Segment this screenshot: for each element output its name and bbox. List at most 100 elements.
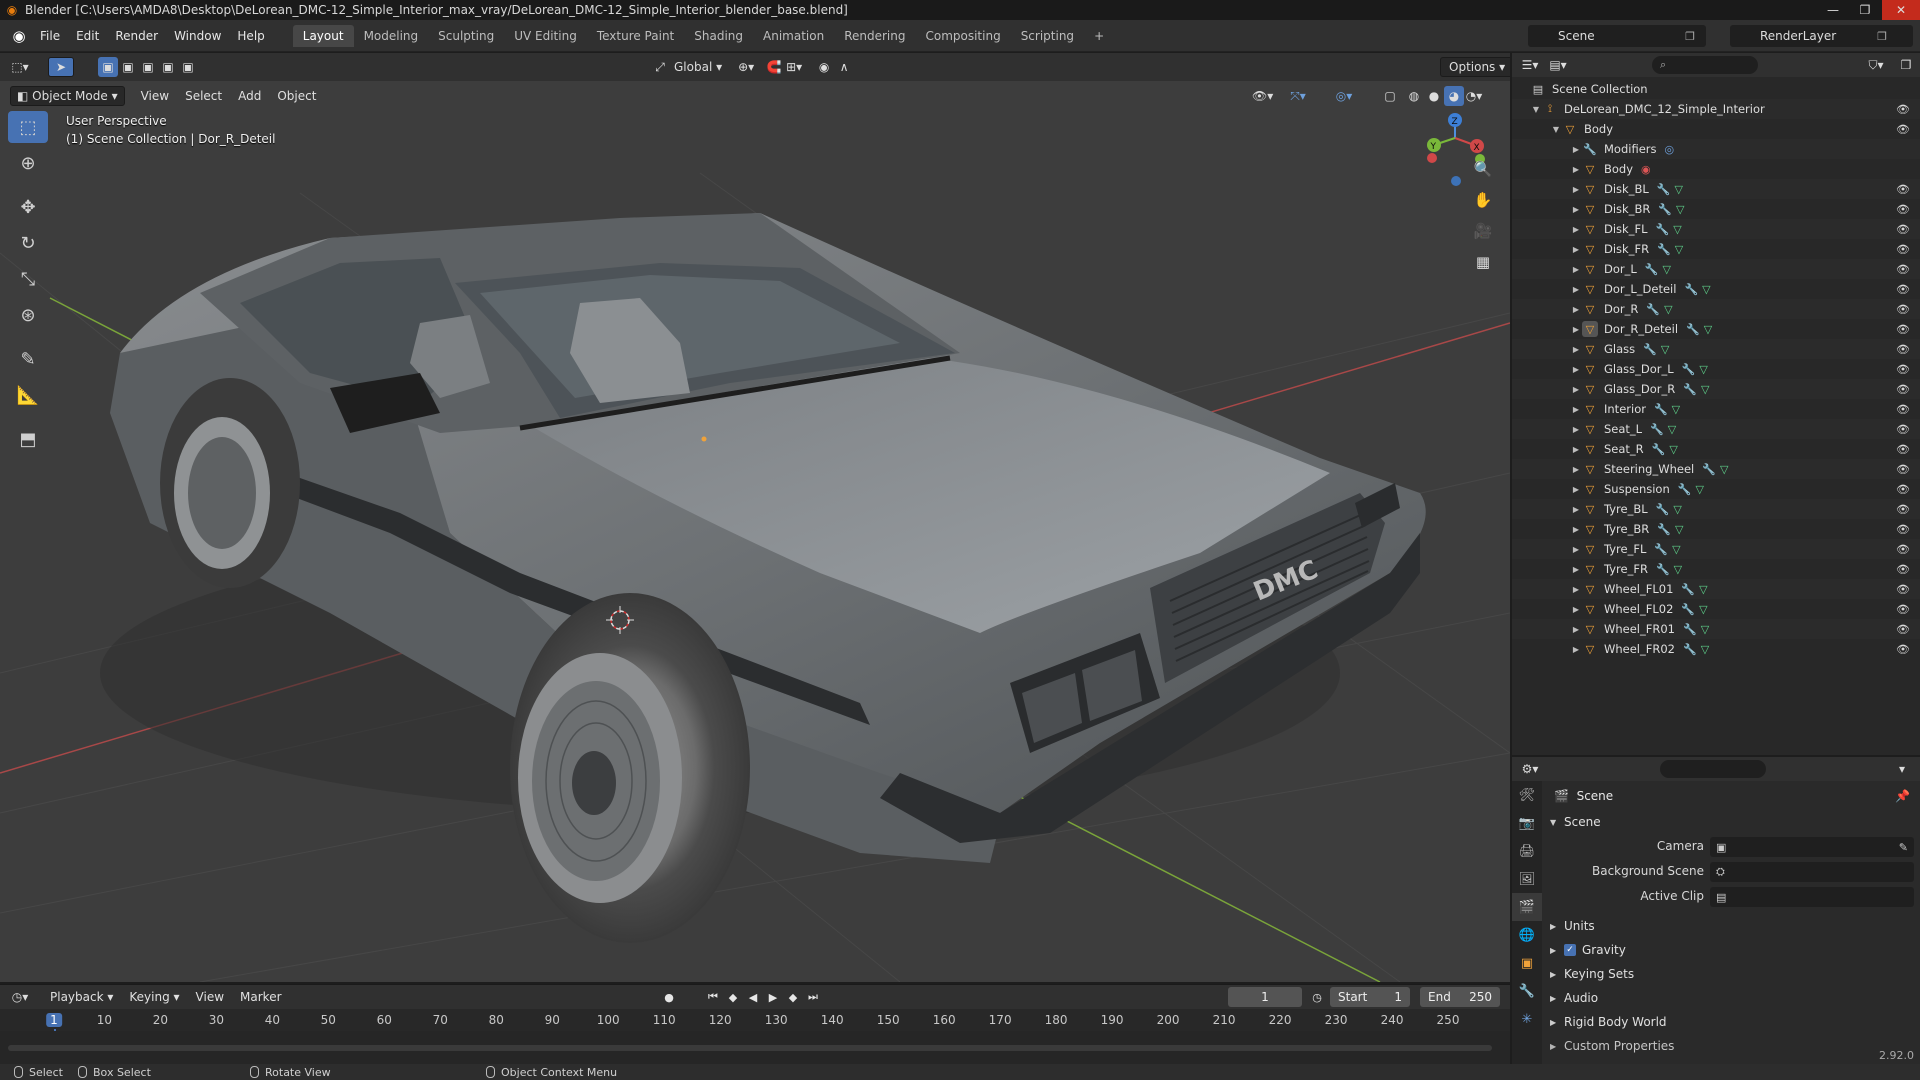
outliner-item-row[interactable]: ▶ 🔧 Modifiers ◎ [1512,139,1920,159]
visibility-eye-icon[interactable]: 👁 [1896,523,1910,536]
zoom-icon[interactable]: 🔍 [1468,155,1498,183]
play-icon[interactable]: ▶ [764,988,782,1006]
outliner-item-row[interactable]: ▶ ▽ Glass_Dor_L 🔧 ▽ 👁 [1512,359,1920,379]
menu-marker[interactable]: Marker [232,990,289,1004]
properties-search-input[interactable] [1660,760,1766,778]
scene-panel-header[interactable]: ▼ Scene [1550,815,1601,829]
outliner-scene-collection[interactable]: ▤ Scene Collection [1512,79,1920,99]
mesh-data-icon[interactable]: ▽ [1720,463,1728,476]
expand-right-icon[interactable]: ▶ [1570,285,1582,294]
editor-type-icon[interactable]: ⬚▾ [10,57,30,77]
outliner-item-row[interactable]: ▶ ▽ Wheel_FL01 🔧 ▽ 👁 [1512,579,1920,599]
expand-right-icon[interactable]: ▶ [1570,505,1582,514]
visibility-eye-icon[interactable]: 👁 [1896,543,1910,556]
mesh-data-icon[interactable]: ▽ [1662,263,1670,276]
visibility-eye-icon[interactable]: 👁 [1896,483,1910,496]
modifier-wrench-icon[interactable]: 🔧 [1686,323,1700,336]
modifier-wrench-icon[interactable]: 🔧 [1655,223,1669,236]
expand-right-icon[interactable]: ▶ [1570,565,1582,574]
outliner-item-row[interactable]: ▶ ▽ Seat_R 🔧 ▽ 👁 [1512,439,1920,459]
expand-right-icon[interactable]: ▶ [1570,185,1582,194]
outliner-item-row[interactable]: ▶ ▽ Wheel_FR02 🔧 ▽ 👁 [1512,639,1920,659]
outliner-item-row[interactable]: ▶ ▽ Tyre_FL 🔧 ▽ 👁 [1512,539,1920,559]
visibility-eye-icon[interactable]: 👁 [1896,403,1910,416]
select-box-tool-icon[interactable]: ⬚ [8,111,48,143]
gravity-checkbox[interactable]: ✓ [1564,944,1576,956]
record-keyframe-icon[interactable]: ● [660,988,678,1006]
filter-icon[interactable]: ⛉▾ [1866,55,1886,75]
outliner-item-row[interactable]: ▶ ▽ Body ◉ [1512,159,1920,179]
new-layer-icon[interactable]: ❐ [1872,25,1892,47]
outliner-item-row[interactable]: ▶ ▽ Dor_R 🔧 ▽ 👁 [1512,299,1920,319]
select-mode-intersect-icon[interactable]: ▣ [178,57,198,77]
material-icon[interactable]: ◉ [1641,163,1651,176]
visibility-eye-icon[interactable]: 👁 [1896,443,1910,456]
current-frame-field[interactable]: 1 [1228,987,1302,1007]
render-tab-icon[interactable]: 📷 [1512,809,1542,837]
minimize-icon[interactable]: — [1818,0,1848,20]
visibility-eye-icon[interactable]: 👁 [1896,183,1910,196]
menu-render[interactable]: Render [107,29,166,43]
play-reverse-icon[interactable]: ◀ [744,988,762,1006]
mesh-data-icon[interactable]: ▽ [1672,403,1680,416]
camera-field[interactable]: ▣ ✎ [1710,837,1914,857]
add-cube-tool-icon[interactable]: ⬒ [8,423,48,455]
tab-sculpting[interactable]: Sculpting [428,25,504,47]
mesh-data-icon[interactable]: ▽ [1675,523,1683,536]
particles-tab-icon[interactable]: ✳ [1512,1005,1542,1033]
modifier-wrench-icon[interactable]: 🔧 [1683,383,1697,396]
outliner-item-row[interactable]: ▶ ▽ Dor_R_Deteil 🔧 ▽ 👁 [1512,319,1920,339]
outliner-item-row[interactable]: ▶ ▽ Wheel_FR01 🔧 ▽ 👁 [1512,619,1920,639]
mesh-data-icon[interactable]: ▽ [1701,643,1709,656]
jump-end-icon[interactable]: ⏭ [804,988,822,1006]
modifier-wrench-icon[interactable]: 🔧 [1681,603,1695,616]
visibility-eye-icon[interactable]: 👁 [1896,503,1910,516]
expand-right-icon[interactable]: ▶ [1570,585,1582,594]
visibility-eye-icon[interactable]: 👁 [1896,243,1910,256]
visibility-eye-icon[interactable]: 👁 [1896,323,1910,336]
modifier-wrench-icon[interactable]: 🔧 [1654,543,1668,556]
visibility-eye-icon[interactable]: 👁 [1896,623,1910,636]
wireframe-shading-icon[interactable]: ◍ [1404,86,1424,106]
view-layer-tab-icon[interactable]: 🖼 [1512,865,1542,893]
mesh-data-icon[interactable]: ▽ [1695,483,1703,496]
mesh-data-icon[interactable]: ▽ [1674,563,1682,576]
visibility-eye-icon[interactable]: 👁 [1896,583,1910,596]
tab-texture-paint[interactable]: Texture Paint [587,25,684,47]
outliner-item-row[interactable]: ▶ ▽ Suspension 🔧 ▽ 👁 [1512,479,1920,499]
start-frame-field[interactable]: Start 1 [1330,987,1410,1007]
outliner-collection-row[interactable]: ▼ ⟟ DeLorean_DMC_12_Simple_Interior 👁 [1512,99,1920,119]
outliner-item-row[interactable]: ▶ ▽ Glass 🔧 ▽ 👁 [1512,339,1920,359]
mesh-data-icon[interactable]: ▽ [1676,203,1684,216]
annotate-tool-icon[interactable]: ✎ [8,343,48,375]
expand-right-icon[interactable]: ▶ [1570,225,1582,234]
visibility-eye-icon[interactable]: 👁 [1896,223,1910,236]
xray-toggle-icon[interactable]: ▢ [1380,86,1400,106]
keying-sets-section[interactable]: ▶ Keying Sets [1550,967,1634,981]
modifier-icon[interactable]: ◎ [1665,143,1675,156]
visibility-eye-icon[interactable]: 👁 [1896,343,1910,356]
outliner-body-row[interactable]: ▼ ▽ Body 👁 [1512,119,1920,139]
custom-properties-section[interactable]: ▶ Custom Properties [1550,1039,1674,1053]
cursor-tool-icon[interactable]: ⊕ [8,147,48,179]
ortho-grid-icon[interactable]: ▦ [1468,248,1498,276]
jump-start-icon[interactable]: ⏮ [704,988,722,1006]
modifier-wrench-icon[interactable]: 🔧 [1658,203,1672,216]
mesh-data-icon[interactable]: ▽ [1699,603,1707,616]
preview-range-icon[interactable]: ◷ [1308,988,1326,1006]
tab-modeling[interactable]: Modeling [354,25,429,47]
outliner-item-row[interactable]: ▶ ▽ Disk_BR 🔧 ▽ 👁 [1512,199,1920,219]
outliner-item-row[interactable]: ▶ ▽ Tyre_BL 🔧 ▽ 👁 [1512,499,1920,519]
select-tool-icon[interactable]: ➤ [48,57,74,77]
expand-right-icon[interactable]: ▶ [1570,325,1582,334]
menu-help[interactable]: Help [229,29,272,43]
modifier-wrench-icon[interactable]: 🔧 [1657,523,1671,536]
snap-target-icon[interactable]: ⊞▾ [784,57,804,77]
outliner-item-row[interactable]: ▶ ▽ Seat_L 🔧 ▽ 👁 [1512,419,1920,439]
timeline-ruler[interactable]: 1 10 20 30 40 50 60 70 80 90 100 110 120 130 140 150 160… [0,1009,1510,1065]
background-scene-field[interactable]: ⛭ [1710,862,1914,882]
modifier-wrench-icon[interactable]: 🔧 [1652,443,1666,456]
tab-shading[interactable]: Shading [684,25,753,47]
modifier-wrench-icon[interactable]: 🔧 [1643,343,1657,356]
outliner-editor-type-icon[interactable]: ☰▾ [1520,55,1540,75]
